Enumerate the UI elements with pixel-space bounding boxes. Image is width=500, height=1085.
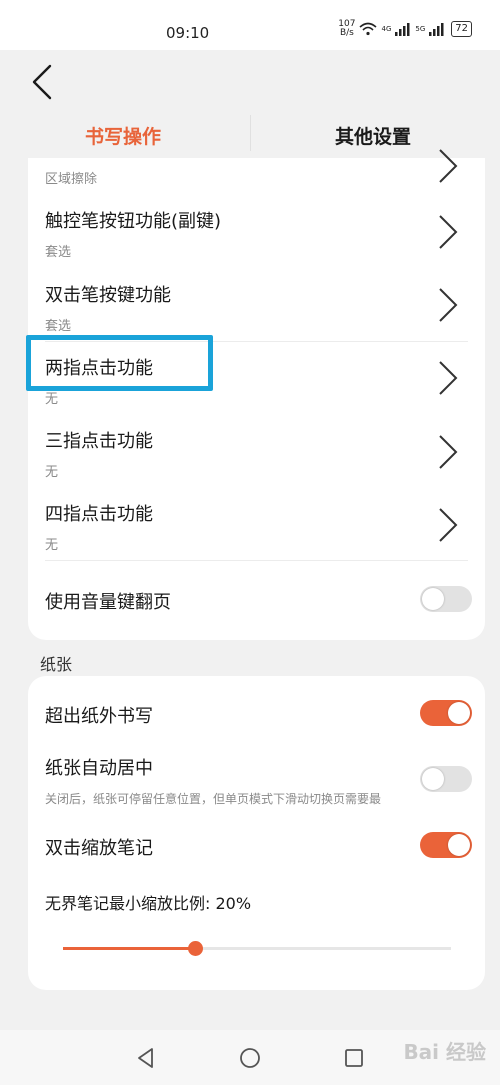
signal2-label: 5G: [415, 25, 426, 33]
toggle-knob: [422, 588, 444, 610]
toggle-knob: [448, 834, 470, 856]
signal-icon: [395, 23, 410, 36]
net-speed: 107 B/s: [338, 20, 355, 38]
row-title: 双击笔按键功能: [45, 285, 171, 306]
row-subtitle: 无: [45, 538, 59, 553]
chevron-right-icon: [439, 508, 458, 542]
row-title: 触控笔按钮功能(副键): [45, 211, 222, 232]
write-outside-paper-label: 超出纸外书写: [45, 706, 153, 727]
section-label-paper: 纸张: [40, 655, 73, 674]
double-tap-zoom-label: 双击缩放笔记: [45, 838, 153, 859]
nav-recents-icon[interactable]: [342, 1046, 366, 1070]
row-subtitle: 区域擦除: [45, 172, 98, 187]
row-subtitle: 套选: [45, 245, 72, 260]
nav-back-icon[interactable]: [134, 1046, 158, 1070]
net-speed-unit: B/s: [339, 28, 354, 38]
tab-writing-operations[interactable]: 书写操作: [85, 122, 161, 149]
slider-track: [63, 941, 451, 956]
battery-indicator: 72: [451, 21, 472, 37]
nav-home-icon[interactable]: [238, 1046, 262, 1070]
watermark-logo: Bai 经验: [403, 1040, 486, 1064]
double-tap-zoom-toggle[interactable]: [420, 832, 472, 858]
signal1-label: 4G: [381, 25, 392, 33]
divider: [45, 560, 468, 561]
toggle-knob: [422, 768, 444, 790]
volume-page-turn-label: 使用音量键翻页: [45, 592, 171, 613]
signal-icon: [429, 23, 444, 36]
paper-settings-card: 超出纸外书写 纸张自动居中 关闭后，纸张可停留任意位置，但单页模式下滑动切换页需…: [28, 676, 485, 990]
tab-divider: [250, 115, 251, 151]
status-icons: 107 B/s 4G 5G 72: [338, 20, 472, 38]
slider-thumb[interactable]: [188, 941, 203, 956]
auto-center-paper-label: 纸张自动居中: [45, 758, 153, 779]
chevron-right-icon: [439, 288, 458, 322]
write-outside-paper-toggle[interactable]: [420, 700, 472, 726]
highlight-box: [26, 335, 213, 391]
chevron-right-icon: [439, 361, 458, 395]
chevron-right-icon: [439, 215, 458, 249]
chevron-right-icon: [439, 149, 458, 183]
row-subtitle: 无: [45, 465, 59, 480]
back-arrow-icon[interactable]: [26, 62, 66, 102]
auto-center-paper-toggle[interactable]: [420, 766, 472, 792]
tab-other-settings[interactable]: 其他设置: [335, 122, 411, 149]
min-zoom-slider[interactable]: [28, 876, 485, 966]
chevron-right-icon: [439, 435, 458, 469]
row-subtitle: 套选: [45, 319, 72, 334]
row-title: 三指点击功能: [45, 431, 153, 452]
wifi-icon: [359, 22, 378, 36]
volume-page-turn-toggle[interactable]: [420, 586, 472, 612]
status-bar: 09:10 107 B/s 4G 5G 72: [0, 0, 500, 50]
slider-fill: [63, 947, 195, 950]
status-time: 09:10: [166, 24, 210, 42]
row-title: 四指点击功能: [45, 504, 153, 525]
gesture-settings-card: 区域擦除 触控笔按钮功能(副键) 套选 双击笔按键功能 套选 两指点击功能 无 …: [28, 149, 485, 640]
auto-center-paper-description: 关闭后，纸张可停留任意位置，但单页模式下滑动切换页需要最: [45, 792, 382, 806]
toggle-knob: [448, 702, 470, 724]
